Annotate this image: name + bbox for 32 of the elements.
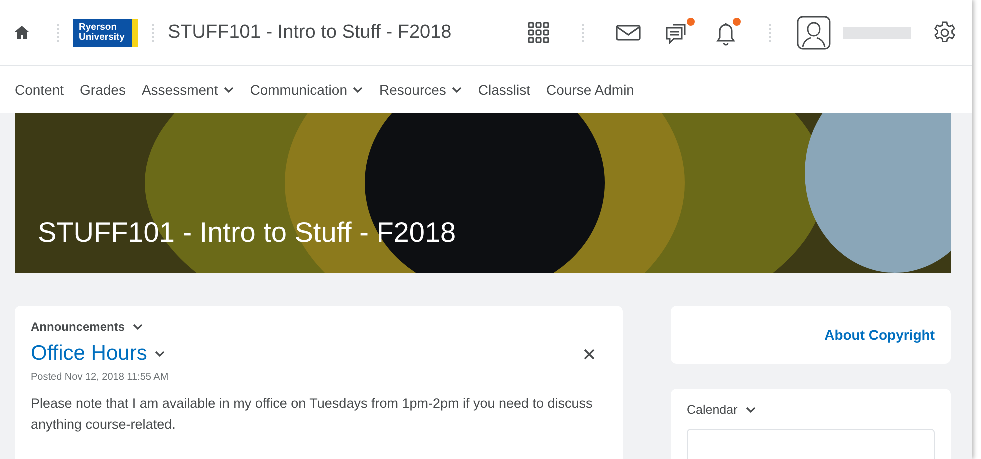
blurred-user-name [843,26,911,38]
logo-text: Ryerson [79,22,118,32]
home-icon[interactable] [15,26,29,39]
close-icon[interactable] [584,348,595,360]
logo-text: University [79,32,126,42]
chevron-down-icon[interactable] [133,324,144,330]
chevron-down-icon[interactable] [746,407,756,413]
nav-link[interactable]: Classlist [478,82,531,98]
mail-icon[interactable] [616,24,641,40]
course-title[interactable]: STUFF101 - Intro to Stuff - F2018 [168,22,452,44]
calendar-date-field[interactable] [687,429,935,459]
grid-icon[interactable] [528,22,550,44]
caret-icon [224,86,234,92]
caret-icon [452,86,462,92]
nav-link[interactable]: Grades [80,82,126,98]
university-logo[interactable]: Ryerson University [73,18,138,46]
nav-link[interactable]: Content [15,82,64,98]
announcement-text: Please note that I am available in my office on Tuesdays from 1pm-2pm if you need to discuss anything course-related. [31,395,594,434]
widget-heading[interactable]: Announcements [31,320,126,334]
banner-title: STUFF101 - Intro to Stuff - F2018 [38,217,456,249]
avatar-icon[interactable] [797,16,831,50]
nav-link[interactable]: Course Admin [546,82,634,98]
chevron-down-icon[interactable] [155,351,166,357]
caret-icon [353,86,364,92]
widget-heading[interactable]: Calendar [687,403,738,417]
nav-link[interactable]: Assessment [142,82,234,98]
settings-icon[interactable] [933,20,957,44]
copyright-link[interactable]: About Copyright [824,327,935,343]
posted-date: Posted Nov 12, 2018 11:55 AM [31,372,170,383]
nav-link[interactable]: Communication [250,82,364,98]
announcement-title[interactable]: Office Hours [31,342,148,366]
nav-link[interactable]: Resources [379,82,462,98]
